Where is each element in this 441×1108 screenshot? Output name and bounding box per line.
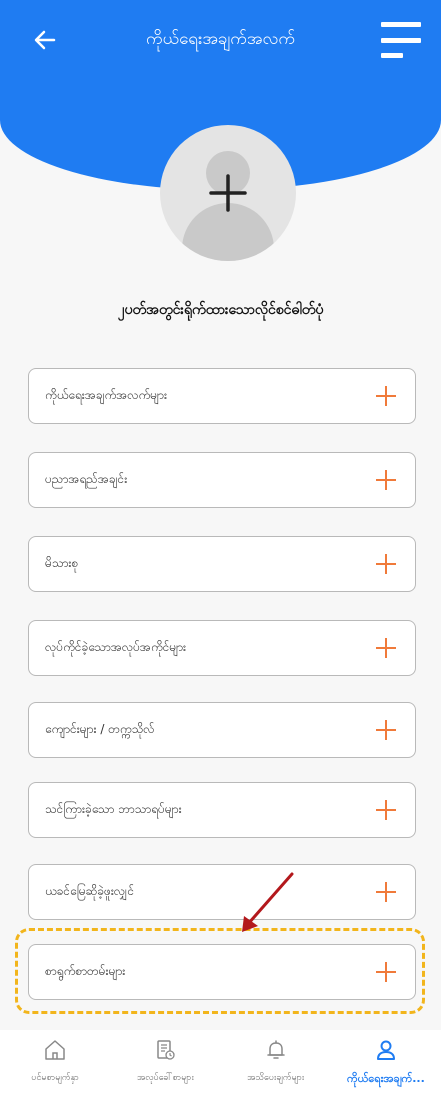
- add-photo-icon: [209, 174, 247, 212]
- back-button[interactable]: [30, 25, 60, 55]
- header-bar: ကိုယ်ရေးအချက်အလက်: [0, 0, 441, 80]
- section-work-experience[interactable]: လုပ်ကိုင်ခဲ့သောအလုပ်အကိုင်များ: [28, 620, 416, 676]
- section-label: ကျောင်းများ / တက္ကသိုလ်: [45, 722, 155, 736]
- pointer-arrow-icon: [242, 872, 294, 932]
- nav-label: ကိုယ်ရေးအချက်...: [346, 1072, 425, 1085]
- document-icon: [157, 1040, 176, 1060]
- nav-job-calls[interactable]: အလုပ်ခေါ်စာများ: [110, 1030, 220, 1108]
- section-label: လုပ်ကိုင်ခဲ့သောအလုပ်အကိုင်များ: [45, 640, 187, 654]
- bell-icon: [266, 1040, 285, 1059]
- section-family[interactable]: မိသားစု: [28, 536, 416, 592]
- page-title: ကိုယ်ရေးအချက်အလက်: [145, 28, 296, 49]
- nav-label: ပင်မစာမျက်နှာ: [31, 1073, 79, 1083]
- photo-instruction-label: ၂ပတ်အတွင်းရိုက်ထားသောလိုင်စင်ဓါတ်ပုံ: [117, 302, 324, 318]
- section-schools[interactable]: ကျောင်းများ / တက္ကသိုလ်: [28, 702, 416, 758]
- plus-icon: [376, 720, 396, 740]
- menu-button[interactable]: [381, 22, 421, 58]
- section-subjects[interactable]: သင်ကြားခဲ့သော ဘာသာရပ်များ: [28, 782, 416, 838]
- nav-label: အသိပေးချက်များ: [247, 1073, 305, 1083]
- plus-icon: [376, 554, 396, 574]
- plus-icon: [376, 386, 396, 406]
- section-previous[interactable]: ယခင်မြေဆိုခဲ့ဖူးလျှင်: [28, 864, 416, 920]
- menu-line: [381, 53, 403, 58]
- section-documents[interactable]: စာရွက်စာတမ်းများ: [28, 944, 416, 1000]
- section-label: စာရွက်စာတမ်းများ: [45, 964, 126, 978]
- plus-icon: [376, 882, 396, 902]
- profile-photo-upload[interactable]: [160, 125, 296, 261]
- plus-icon: [376, 962, 396, 982]
- section-label: မိသားစု: [45, 556, 79, 570]
- plus-icon: [376, 470, 396, 490]
- plus-icon: [376, 800, 396, 820]
- arrow-left-icon: [34, 30, 56, 50]
- nav-home[interactable]: ပင်မစာမျက်နှာ: [0, 1030, 110, 1108]
- nav-profile[interactable]: ကိုယ်ရေးအချက်...: [331, 1030, 441, 1108]
- plus-icon: [376, 638, 396, 658]
- section-personal-info[interactable]: ကိုယ်ရေးအချက်အလက်များ: [28, 368, 416, 424]
- section-label: ယခင်မြေဆိုခဲ့ဖူးလျှင်: [45, 884, 135, 898]
- section-label: ကိုယ်ရေးအချက်အလက်များ: [45, 388, 167, 402]
- menu-line: [381, 37, 421, 43]
- section-label: သင်ကြားခဲ့သော ဘာသာရပ်များ: [45, 802, 182, 816]
- menu-line: [381, 22, 421, 27]
- section-education[interactable]: ပညာအရည်အချင်း: [28, 452, 416, 508]
- nav-notifications[interactable]: အသိပေးချက်များ: [221, 1030, 331, 1108]
- user-icon: [376, 1040, 395, 1060]
- bottom-navigation: ပင်မစာမျက်နှာ အလုပ်ခေါ်စာများ အသိပေးချက်…: [0, 1030, 441, 1108]
- home-icon: [45, 1040, 65, 1060]
- section-label: ပညာအရည်အချင်း: [45, 472, 128, 486]
- nav-label: အလုပ်ခေါ်စာများ: [136, 1073, 194, 1083]
